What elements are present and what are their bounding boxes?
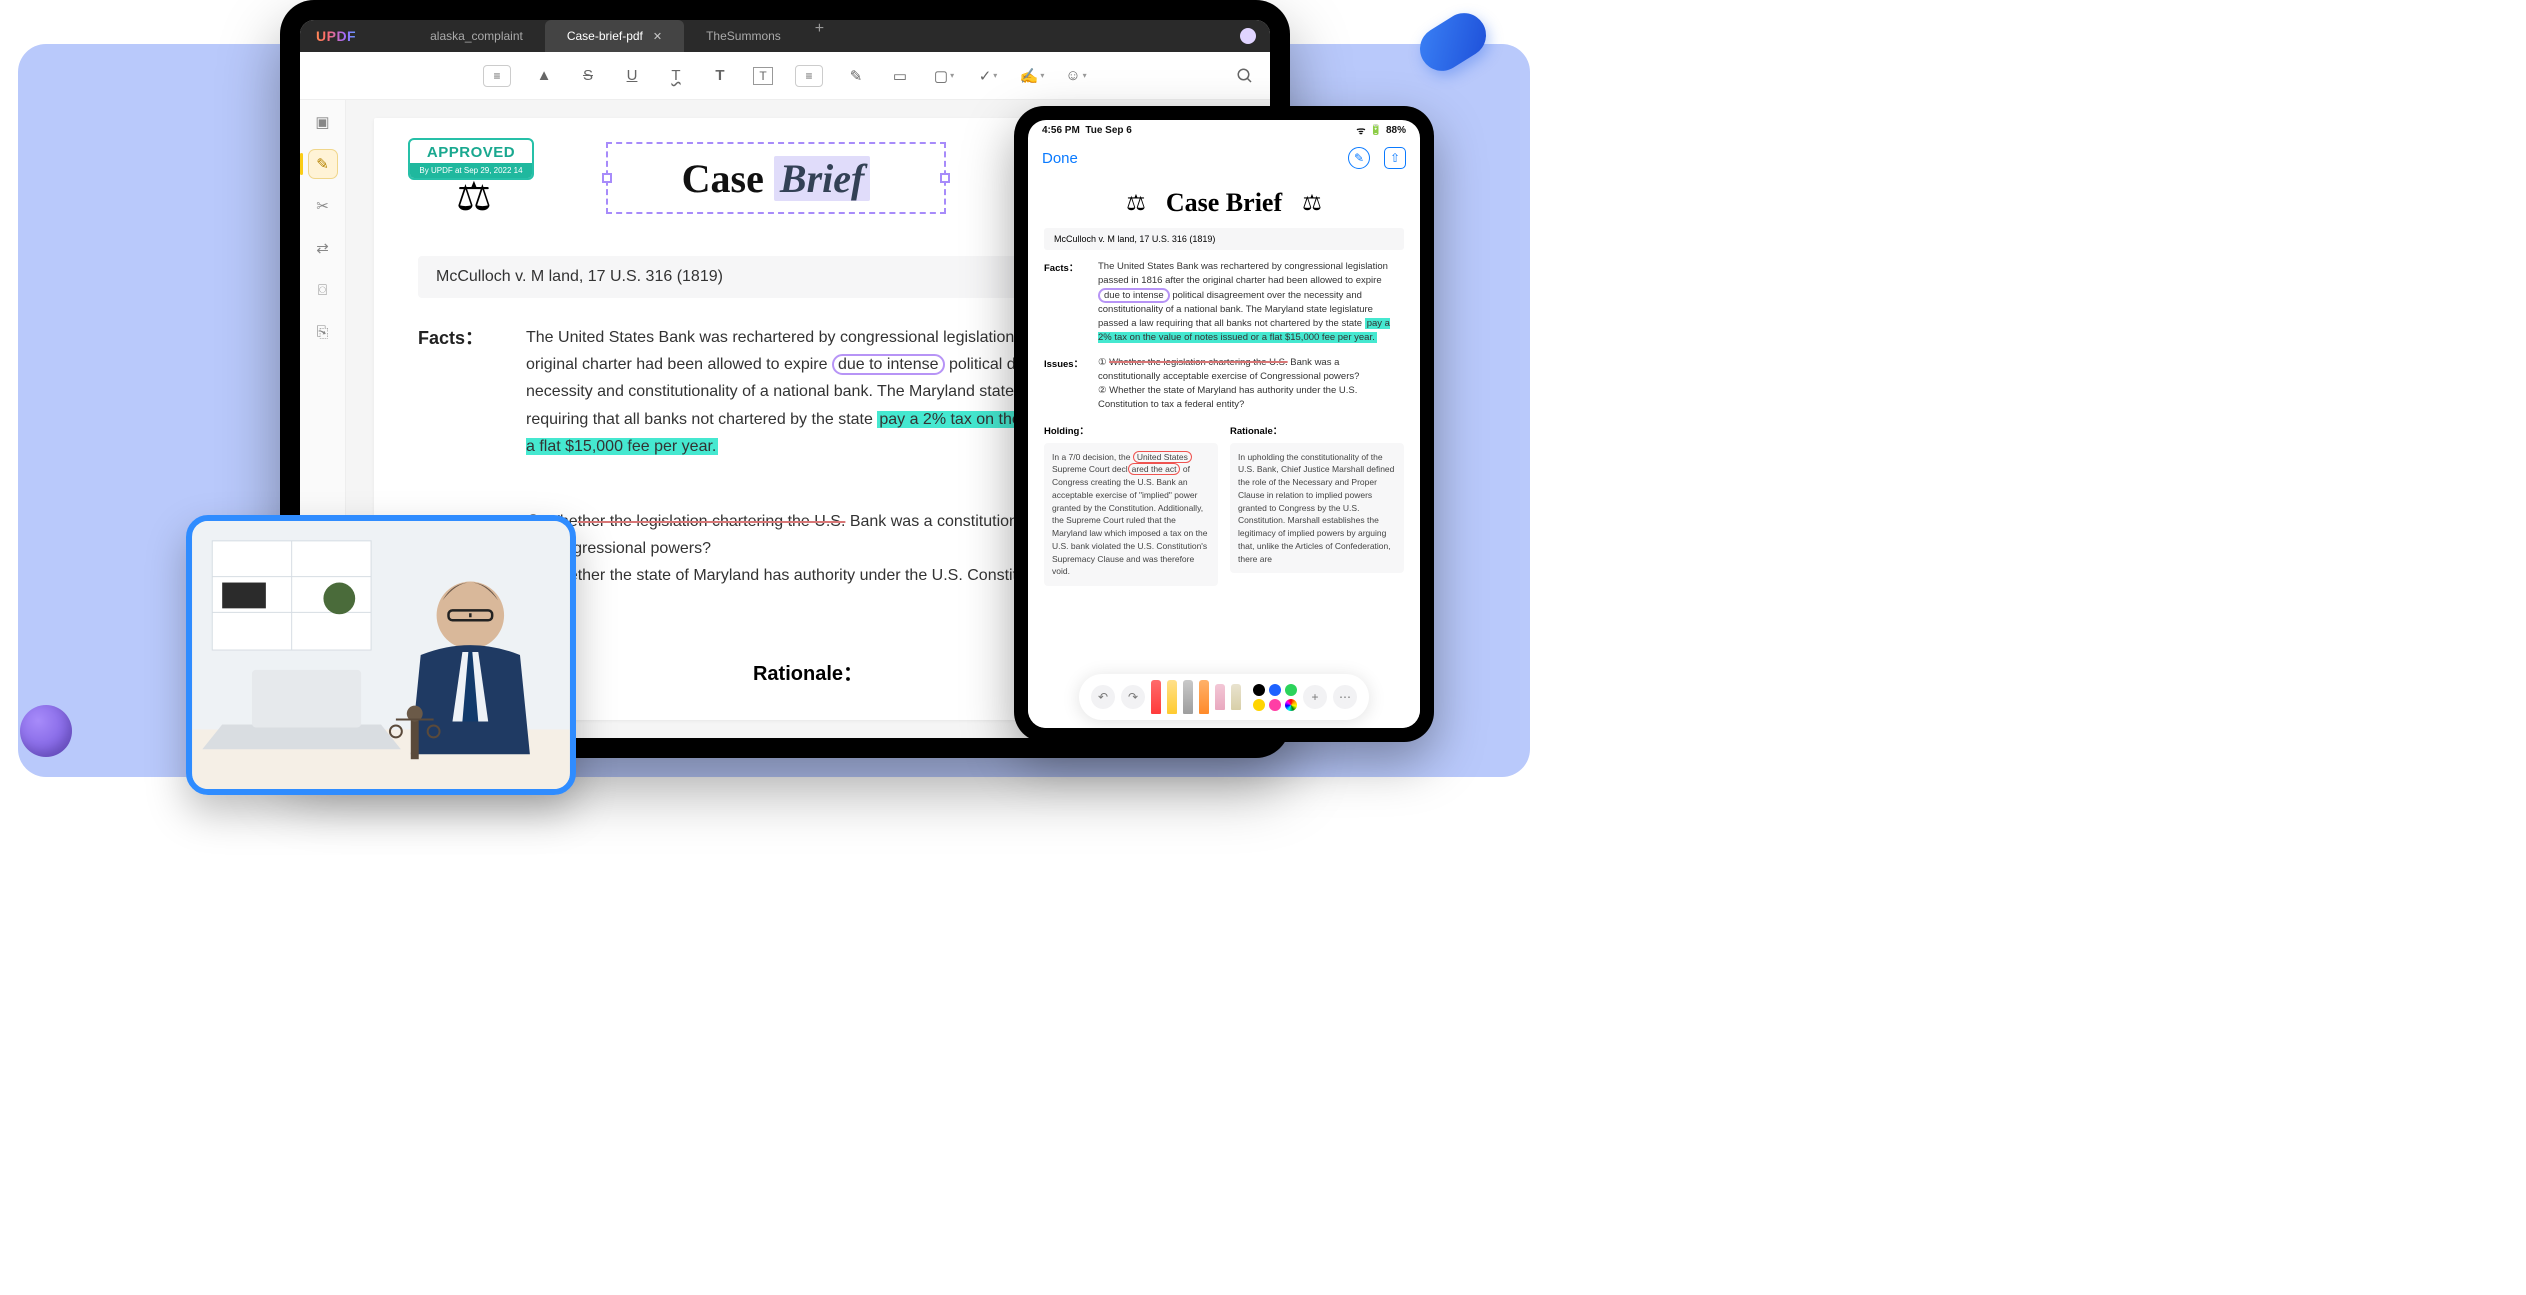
tool-tray-bar: ↶ ↷ xyxy=(1079,674,1369,720)
redo-icon[interactable]: ↷ xyxy=(1121,685,1145,709)
close-icon[interactable]: ✕ xyxy=(653,30,662,43)
tab-group: alaska_complaint Case-brief-pdf ✕ TheSumm… xyxy=(408,20,836,52)
eraser-tool[interactable] xyxy=(1215,684,1225,710)
ruler-tool[interactable] xyxy=(1231,684,1241,710)
titlebar: UPDF alaska_complaint Case-brief-pdf ✕ Th… xyxy=(300,20,1270,52)
scales-icon: ⚖ xyxy=(456,174,492,220)
shape-tool-icon[interactable]: ▢▾ xyxy=(933,65,955,87)
tablet-citation: McCulloch v. M land, 17 U.S. 316 (1819) xyxy=(1044,228,1404,250)
battery-icon: 🔋 xyxy=(1370,125,1382,136)
swatch-pink[interactable] xyxy=(1269,699,1281,711)
tab-label: Case-brief-pdf xyxy=(567,29,643,43)
add-tool-icon[interactable]: + xyxy=(1303,685,1327,709)
share-icon[interactable]: ⇧ xyxy=(1384,147,1406,169)
tablet-doc-title: Case Brief xyxy=(1166,188,1282,218)
circled-annotation: due to intense xyxy=(832,354,945,375)
pen-yellow[interactable] xyxy=(1167,680,1177,714)
pen-orange[interactable] xyxy=(1199,680,1209,714)
wifi-icon: ᯤ xyxy=(1356,123,1365,137)
stamp-label: APPROVED xyxy=(410,140,532,163)
textbox-tool-icon[interactable]: T xyxy=(753,67,773,85)
holding-card: In a 7/0 decision, the United States Sup… xyxy=(1044,443,1218,587)
rail-protect-icon[interactable]: ⎘ xyxy=(309,318,337,346)
squiggly-tool-icon[interactable]: T xyxy=(665,65,687,87)
tablet-columns: Holding： In a 7/0 decision, the United S… xyxy=(1044,423,1404,587)
status-time: 4:56 PM Tue Sep 6 xyxy=(1042,125,1132,136)
facts-label: Facts： xyxy=(418,324,500,460)
color-swatches xyxy=(1253,684,1297,711)
pen-red[interactable] xyxy=(1151,680,1161,714)
stamp-tool-icon[interactable]: ✓▾ xyxy=(977,65,999,87)
annotation-toolbar: ≡ ▲ S U T T T ≡ ✎ ▭ ▢▾ ✓▾ ✍▾ ☺▾ xyxy=(300,52,1270,100)
search-icon[interactable] xyxy=(1234,65,1256,87)
resize-handle-right[interactable] xyxy=(940,173,950,183)
app-logo: UPDF xyxy=(308,28,364,44)
rail-organize-icon[interactable]: ⇄ xyxy=(309,234,337,262)
swatch-black[interactable] xyxy=(1253,684,1265,696)
underline-tool-icon[interactable]: U xyxy=(621,65,643,87)
tablet-issues-row: Issues： ① Whether the legislation charte… xyxy=(1044,356,1404,413)
swatch-multicolor[interactable] xyxy=(1285,699,1297,711)
tablet-device-frame: 4:56 PM Tue Sep 6 ᯤ 🔋 88% Done ✎ ⇧ ⚖ Cas… xyxy=(1014,106,1434,742)
tablet-facts-row: Facts： The United States Bank was rechar… xyxy=(1044,260,1404,346)
tool-tray: ↶ ↷ xyxy=(1028,666,1420,728)
tab-alaska-complaint[interactable]: alaska_complaint xyxy=(408,20,545,52)
tablet-nav: Done ✎ ⇧ xyxy=(1028,140,1420,176)
holding-column: Holding： In a 7/0 decision, the United S… xyxy=(1044,423,1218,587)
eraser-tool-icon[interactable]: ▭ xyxy=(889,65,911,87)
done-button[interactable]: Done xyxy=(1042,150,1078,167)
red-circle-annotation: ared the act xyxy=(1128,463,1181,475)
decorative-orb xyxy=(20,705,72,757)
tab-the-summons[interactable]: TheSummons xyxy=(684,20,803,52)
pencil-tool-icon[interactable]: ✎ xyxy=(845,65,867,87)
tab-case-brief[interactable]: Case-brief-pdf ✕ xyxy=(545,20,684,52)
strikethrough-tool-icon[interactable]: S xyxy=(577,65,599,87)
text-tool-icon[interactable]: T xyxy=(709,65,731,87)
document-title: Case Brief xyxy=(682,155,871,202)
tablet-document[interactable]: ⚖ Case Brief ⚖ McCulloch v. M land, 17 U… xyxy=(1028,176,1420,666)
swatch-green[interactable] xyxy=(1285,684,1297,696)
title-selection-box[interactable]: Case Brief xyxy=(606,142,946,214)
note-tool-icon[interactable]: ≡ xyxy=(483,65,511,87)
swatch-yellow[interactable] xyxy=(1253,699,1265,711)
rail-comment-icon[interactable]: ✎ xyxy=(309,150,337,178)
strikethrough-annotation: ther the legislation chartering the U.S. xyxy=(578,513,846,530)
add-tab-button[interactable]: + xyxy=(803,20,836,52)
resize-handle-left[interactable] xyxy=(602,173,612,183)
callout-tool-icon[interactable]: ≡ xyxy=(795,65,823,87)
more-icon[interactable]: ⋯ xyxy=(1333,685,1357,709)
tablet-doc-header: ⚖ Case Brief ⚖ xyxy=(1044,188,1404,218)
swatch-blue[interactable] xyxy=(1269,684,1281,696)
undo-icon[interactable]: ↶ xyxy=(1091,685,1115,709)
signature-tool-icon[interactable]: ✍▾ xyxy=(1021,65,1043,87)
tab-label: TheSummons xyxy=(706,29,781,43)
status-right: ᯤ 🔋 88% xyxy=(1356,123,1406,137)
rationale-column: Rationale： In upholding the constitution… xyxy=(1230,423,1404,587)
scales-icon: ⚖ xyxy=(1302,190,1322,216)
lawyer-photo-card xyxy=(186,515,576,795)
rail-thumbnails-icon[interactable]: ▣ xyxy=(309,108,337,136)
pen-marker[interactable] xyxy=(1183,680,1193,714)
rail-edit-icon[interactable]: ✂ xyxy=(309,192,337,220)
sticker-tool-icon[interactable]: ☺▾ xyxy=(1065,65,1087,87)
status-bar: 4:56 PM Tue Sep 6 ᯤ 🔋 88% xyxy=(1028,120,1420,140)
tablet-screen: 4:56 PM Tue Sep 6 ᯤ 🔋 88% Done ✎ ⇧ ⚖ Cas… xyxy=(1028,120,1420,728)
tab-label: alaska_complaint xyxy=(430,29,523,43)
highlighter-tool-icon[interactable]: ▲ xyxy=(533,65,555,87)
lawyer-illustration xyxy=(192,521,570,789)
rationale-card: In upholding the constitutionality of th… xyxy=(1230,443,1404,574)
red-circle-annotation: United States xyxy=(1133,451,1192,463)
pen-mode-icon[interactable]: ✎ xyxy=(1348,147,1370,169)
rail-ocr-icon[interactable]: ⌼ xyxy=(309,276,337,304)
scales-icon: ⚖ xyxy=(1126,190,1146,216)
avatar[interactable] xyxy=(1240,28,1256,44)
